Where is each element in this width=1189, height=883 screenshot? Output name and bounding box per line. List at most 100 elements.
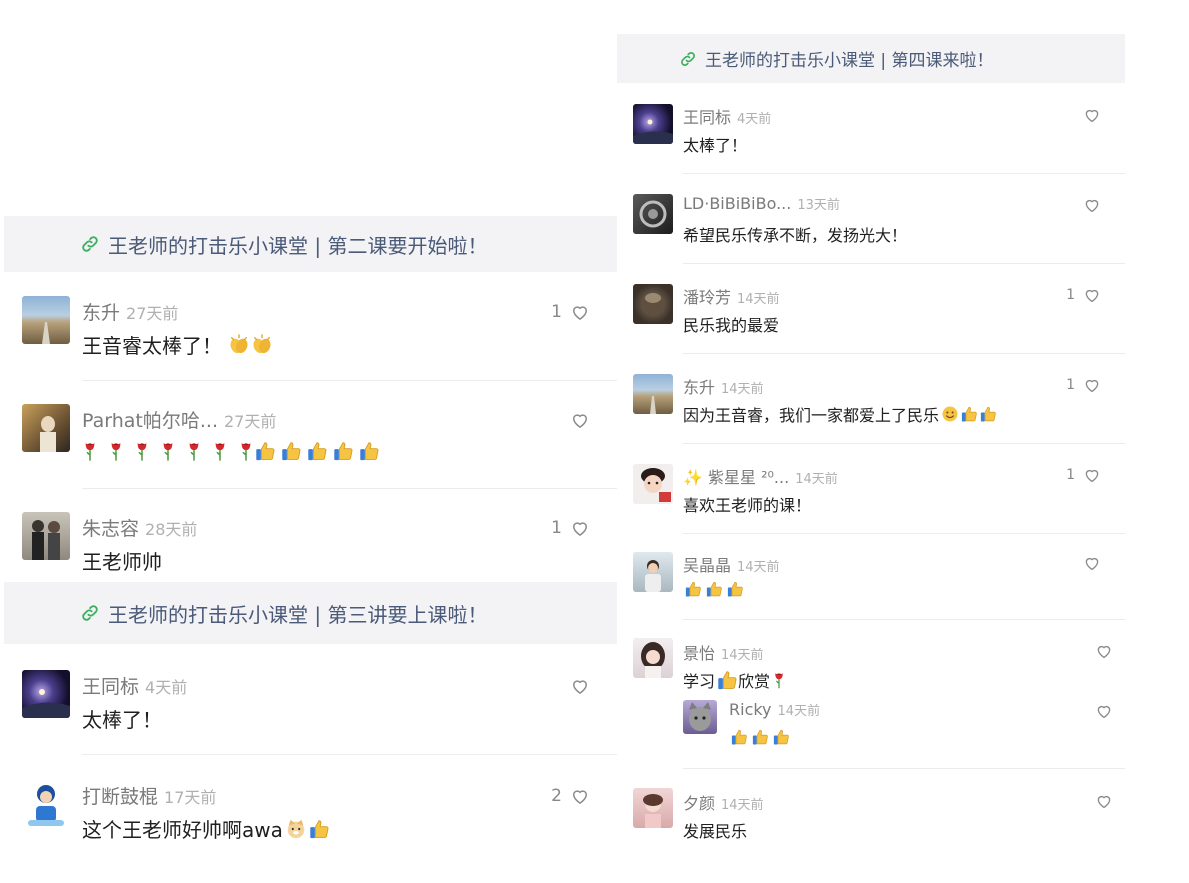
comment-time: 14天前 xyxy=(737,292,780,307)
comment-author[interactable]: ✨ 紫星星 ²⁰... xyxy=(683,464,789,488)
avatar[interactable] xyxy=(22,780,70,828)
comment-item: 东升 14天前 因为王音睿，我们一家都爱上了民乐 1 xyxy=(617,368,1125,444)
like-button[interactable] xyxy=(1075,196,1101,214)
avatar[interactable] xyxy=(633,194,673,234)
like-count: 1 xyxy=(551,518,562,538)
reply-item: Ricky 14天前 xyxy=(617,696,1125,756)
heart-outline-icon xyxy=(1095,642,1113,660)
comment-author[interactable]: 朱志容 xyxy=(82,514,139,541)
comment-body: 这个王老师好帅啊awa xyxy=(82,818,283,842)
comment-author[interactable]: 东升 xyxy=(82,298,120,325)
avatar[interactable] xyxy=(633,284,673,324)
link-icon xyxy=(679,50,697,68)
divider xyxy=(683,533,1125,534)
comment-author[interactable]: 夕颜 xyxy=(683,790,715,814)
like-count: 1 xyxy=(1066,467,1075,483)
like-button[interactable] xyxy=(1087,702,1113,720)
avatar[interactable] xyxy=(633,552,673,592)
heart-outline-icon xyxy=(1083,466,1101,484)
like-button[interactable]: 1 xyxy=(1066,286,1101,304)
comment-item: ✨ 紫星星 ²⁰... 14天前 喜欢王老师的课！ 1 xyxy=(617,458,1125,534)
comment-item: Parhat帕尔哈... 27天前 xyxy=(4,396,618,489)
like-button[interactable]: 2 xyxy=(551,786,590,806)
comment-body: 民乐我的最爱 xyxy=(683,316,780,335)
comment-author[interactable]: 东升 xyxy=(683,374,715,398)
avatar[interactable] xyxy=(633,104,673,144)
thumbs-up-emoji-icon xyxy=(716,669,738,691)
comment-author[interactable]: 吴晶晶 xyxy=(683,552,731,576)
thumbs-up-emoji-icon xyxy=(308,818,330,840)
comments-panel-left: 王老师的打击乐小课堂 | 第二课要开始啦！ 东升 27天前 王音睿太棒了！ 1 … xyxy=(4,216,618,876)
comments-panel-right: 王老师的打击乐小课堂 | 第四课来啦！ 王同标 4天前 太棒了！ LD·BiBi… xyxy=(617,34,1125,854)
comment-body: 太棒了！ xyxy=(683,136,748,155)
divider xyxy=(683,768,1125,769)
comment-author[interactable]: 打断鼓棍 xyxy=(82,782,158,809)
rose-emoji-icon xyxy=(109,440,123,462)
heart-outline-icon xyxy=(570,676,590,696)
article-link-title: 王老师的打击乐小课堂 | 第二课要开始啦！ xyxy=(108,233,488,258)
comment-item: LD·BiBiBiBo... 13天前 希望民乐传承不断，发扬光大！ xyxy=(617,188,1125,264)
article-link-banner-3[interactable]: 王老师的打击乐小课堂 | 第三讲要上课啦！ xyxy=(4,582,618,644)
like-button[interactable]: 1 xyxy=(1066,466,1101,484)
like-button[interactable] xyxy=(1087,642,1113,660)
heart-outline-icon xyxy=(1083,286,1101,304)
heart-outline-icon xyxy=(1095,702,1113,720)
rose-emoji-icon xyxy=(239,440,253,462)
avatar[interactable] xyxy=(22,512,70,560)
article-link-banner-2[interactable]: 王老师的打击乐小课堂 | 第二课要开始啦！ xyxy=(4,216,618,272)
comment-text xyxy=(683,580,744,598)
article-link-banner-4[interactable]: 王老师的打击乐小课堂 | 第四课来啦！ xyxy=(617,34,1125,83)
heart-outline-icon xyxy=(570,518,590,538)
comment-item: 朱志容 28天前 王老师帅 1 xyxy=(4,506,618,576)
like-button[interactable] xyxy=(1087,792,1113,810)
like-button[interactable] xyxy=(562,410,590,430)
like-count: 2 xyxy=(551,786,562,806)
comment-author[interactable]: 潘玲芳 xyxy=(683,284,731,308)
divider xyxy=(683,443,1125,444)
divider xyxy=(683,353,1125,354)
avatar[interactable] xyxy=(22,404,70,452)
thumbs-up-emoji-icon xyxy=(772,728,790,746)
article-link-title: 王老师的打击乐小课堂 | 第四课来啦！ xyxy=(705,51,994,71)
rose-emoji-icon xyxy=(773,671,785,689)
like-button[interactable] xyxy=(1075,554,1101,572)
comment-body: 喜欢王老师的课！ xyxy=(683,496,812,515)
comment-body: 太棒了！ xyxy=(82,708,162,732)
comment-author[interactable]: Parhat帕尔哈... xyxy=(82,406,218,433)
comment-time: 14天前 xyxy=(721,382,764,397)
heart-outline-icon xyxy=(1083,554,1101,572)
heart-outline-icon xyxy=(570,786,590,806)
comment-time: 14天前 xyxy=(737,560,780,575)
clap-emoji-icon xyxy=(228,334,250,356)
comment-author[interactable]: Ricky xyxy=(729,700,772,719)
avatar[interactable] xyxy=(683,700,717,734)
avatar[interactable] xyxy=(633,464,673,504)
comment-author[interactable]: LD·BiBiBiBo... xyxy=(683,194,791,213)
thumbs-up-emoji-icon xyxy=(684,580,702,598)
rose-emoji-icon xyxy=(187,440,201,462)
comment-text: 发展民乐 xyxy=(683,818,747,842)
comment-body: 学习 xyxy=(683,672,716,691)
link-icon xyxy=(80,603,100,623)
avatar[interactable] xyxy=(633,374,673,414)
smiling-face-emoji-icon xyxy=(941,405,959,423)
avatar[interactable] xyxy=(22,670,70,718)
avatar[interactable] xyxy=(633,788,673,828)
like-count: 1 xyxy=(1066,377,1075,393)
comment-text xyxy=(729,728,790,746)
thumbs-up-emoji-icon xyxy=(751,728,769,746)
comment-time: 14天前 xyxy=(721,648,764,663)
comment-text: 太棒了！ xyxy=(683,132,747,156)
like-button[interactable]: 1 xyxy=(1066,376,1101,394)
like-button[interactable]: 1 xyxy=(551,302,590,322)
like-button[interactable]: 1 xyxy=(551,518,590,538)
comment-author[interactable]: 王同标 xyxy=(82,672,139,699)
comment-author[interactable]: 王同标 xyxy=(683,104,731,128)
avatar[interactable] xyxy=(633,638,673,678)
comment-body: 希望民乐传承不断，发扬光大！ xyxy=(683,226,908,245)
like-button[interactable] xyxy=(1075,106,1101,124)
heart-outline-icon xyxy=(1083,376,1101,394)
avatar[interactable] xyxy=(22,296,70,344)
comment-author[interactable]: 景怡 xyxy=(683,640,715,664)
like-button[interactable] xyxy=(562,676,590,696)
